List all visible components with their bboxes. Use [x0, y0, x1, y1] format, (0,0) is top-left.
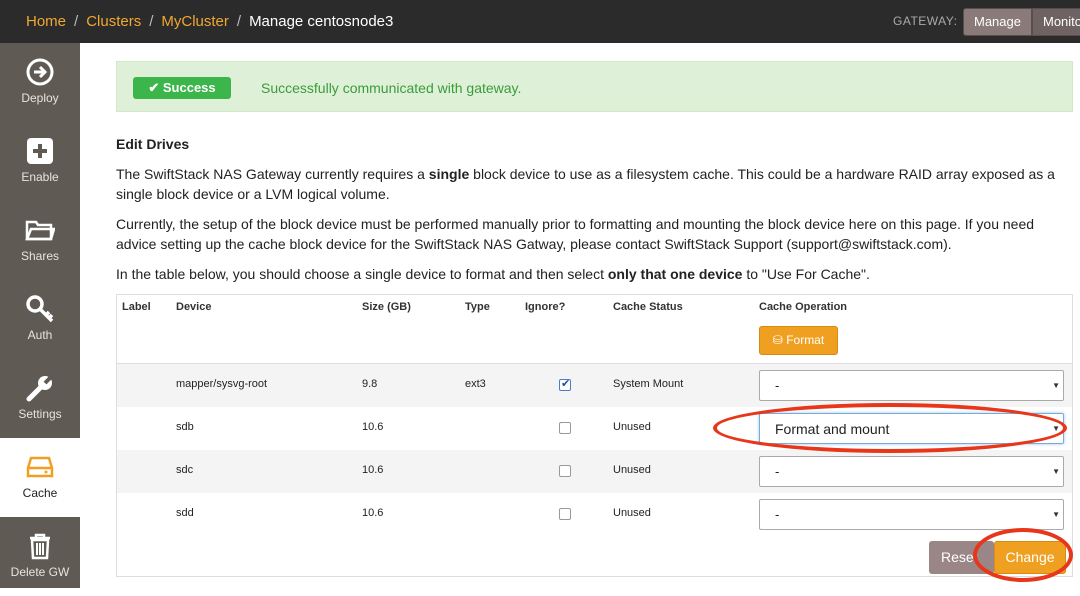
sidebar-item-label: Enable: [21, 170, 59, 184]
breadcrumb-home-link[interactable]: Home: [26, 13, 66, 30]
main-content: ✔ Success Successfully communicated with…: [80, 43, 1080, 588]
manage-button[interactable]: Manage: [963, 8, 1032, 36]
drive-icon: [26, 456, 54, 478]
sidebar-item-settings[interactable]: Settings: [0, 359, 80, 438]
alert-message: Successfully communicated with gateway.: [261, 80, 522, 96]
breadcrumb-clusters-link[interactable]: Clusters: [86, 13, 141, 30]
cell-device: mapper/sysvg-root: [176, 378, 268, 390]
breadcrumb-separator: /: [149, 13, 154, 30]
plus-icon: [27, 138, 53, 164]
sidebar-item-label: Delete GW: [10, 565, 70, 579]
reset-button[interactable]: Reset: [929, 541, 994, 574]
sidebar-item-label: Cache: [22, 486, 58, 500]
cell-device: sdc: [176, 464, 194, 476]
top-bar: Home / Clusters / MyCluster / Manage centosnod…: [0, 0, 1080, 43]
ignore-checkbox[interactable]: [559, 422, 571, 434]
change-button[interactable]: Change: [994, 541, 1066, 574]
chevron-down-icon: ▼: [1052, 381, 1060, 390]
drive-icon: ⛁: [772, 333, 783, 347]
paragraph-text: The SwiftStack NAS Gateway currently req…: [116, 166, 429, 182]
table-row: sdb 10.6 Unused Format and mount ▼: [117, 407, 1072, 450]
gateway-label: GATEWAY:: [893, 14, 958, 28]
cell-size: 10.6: [362, 464, 384, 476]
breadcrumb-cluster-link[interactable]: MyCluster: [161, 13, 229, 30]
sidebar-item-shares[interactable]: Shares: [0, 201, 80, 280]
ignore-checkbox[interactable]: [559, 465, 571, 477]
description-paragraph-3: In the table below, you should choose a …: [116, 264, 1066, 284]
table-row: sdc 10.6 Unused - ▼: [117, 450, 1072, 493]
select-value: -: [775, 507, 780, 522]
cell-cache-status: Unused: [613, 421, 651, 433]
cell-size: 10.6: [362, 507, 384, 519]
sidebar-item-enable[interactable]: Enable: [0, 122, 80, 201]
cell-cache-status: Unused: [613, 507, 651, 519]
paragraph-emphasis: single: [428, 166, 470, 182]
cell-cache-status: Unused: [613, 464, 651, 476]
sidebar-item-label: Settings: [18, 407, 62, 421]
deploy-icon: [26, 58, 54, 86]
column-header-type: Type: [465, 301, 490, 313]
select-value: Format and mount: [775, 421, 890, 437]
sidebar-item-delete-gw[interactable]: Delete GW: [0, 517, 80, 596]
ignore-checkbox[interactable]: [559, 508, 571, 520]
folder-icon: [25, 220, 55, 241]
description-paragraph-1: The SwiftStack NAS Gateway currently req…: [116, 164, 1066, 204]
monitor-button[interactable]: Monitor: [1031, 8, 1080, 36]
breadcrumb-separator: /: [236, 13, 242, 30]
paragraph-text: to "Use For Cache".: [742, 266, 870, 282]
table-row: sdd 10.6 Unused - ▼: [117, 493, 1072, 536]
cache-operation-select[interactable]: - ▼: [759, 499, 1064, 530]
sidebar-item-label: Shares: [20, 249, 60, 263]
table-row: mapper/sysvg-root 9.8 ext3 System Mount …: [117, 364, 1072, 407]
success-badge: ✔ Success: [133, 77, 231, 99]
sidebar: Deploy Enable Shares Auth Settings Cache…: [0, 43, 80, 588]
cell-device: sdd: [176, 507, 194, 519]
gateway-mode-switch: Manage Monitor: [963, 8, 1080, 36]
format-button[interactable]: ⛁ Format: [759, 326, 838, 355]
cell-size: 10.6: [362, 421, 384, 433]
key-icon: [26, 295, 54, 323]
cache-operation-select[interactable]: - ▼: [759, 370, 1064, 401]
cache-operation-select[interactable]: Format and mount ▼: [759, 413, 1064, 444]
sidebar-item-deploy[interactable]: Deploy: [0, 43, 80, 122]
wrench-icon: [26, 374, 54, 402]
success-badge-label: Success: [162, 80, 216, 95]
select-value: -: [775, 378, 780, 393]
cell-cache-status: System Mount: [613, 378, 684, 390]
column-header-cache-operation: Cache Operation: [759, 301, 848, 313]
chevron-down-icon: ▼: [1052, 467, 1060, 476]
breadcrumb-current: Manage centosnode3: [249, 13, 394, 30]
select-value: -: [775, 464, 780, 479]
drives-table: Label Device Size (GB) Type Ignore? Cach…: [116, 294, 1073, 577]
column-header-device: Device: [176, 301, 212, 313]
cell-device: sdb: [176, 421, 194, 433]
sidebar-item-auth[interactable]: Auth: [0, 280, 80, 359]
column-header-ignore: Ignore?: [525, 301, 566, 313]
success-alert: ✔ Success Successfully communicated with…: [116, 61, 1073, 112]
breadcrumb-separator: /: [74, 13, 79, 30]
ignore-checkbox[interactable]: [559, 377, 571, 391]
breadcrumb: Home / Clusters / MyCluster / Manage centosnod…: [26, 13, 393, 30]
column-header-label: Label: [122, 301, 151, 313]
cell-type: ext3: [465, 378, 486, 390]
section-title: Edit Drives: [116, 136, 190, 152]
format-button-label: Format: [786, 333, 825, 347]
column-header-cache-status: Cache Status: [613, 301, 683, 313]
trash-icon: [30, 533, 50, 560]
sidebar-item-cache[interactable]: Cache: [0, 438, 80, 517]
column-header-size: Size (GB): [362, 301, 411, 313]
description-paragraph-2: Currently, the setup of the block device…: [116, 216, 1035, 252]
chevron-down-icon: ▼: [1052, 510, 1060, 519]
paragraph-text: In the table below, you should choose a …: [116, 266, 608, 282]
sidebar-item-label: Auth: [27, 328, 53, 342]
paragraph-emphasis: only that one device: [607, 266, 743, 282]
sidebar-item-label: Deploy: [21, 91, 59, 105]
cell-size: 9.8: [362, 378, 378, 390]
chevron-down-icon: ▼: [1052, 424, 1060, 433]
cache-operation-select[interactable]: - ▼: [759, 456, 1064, 487]
